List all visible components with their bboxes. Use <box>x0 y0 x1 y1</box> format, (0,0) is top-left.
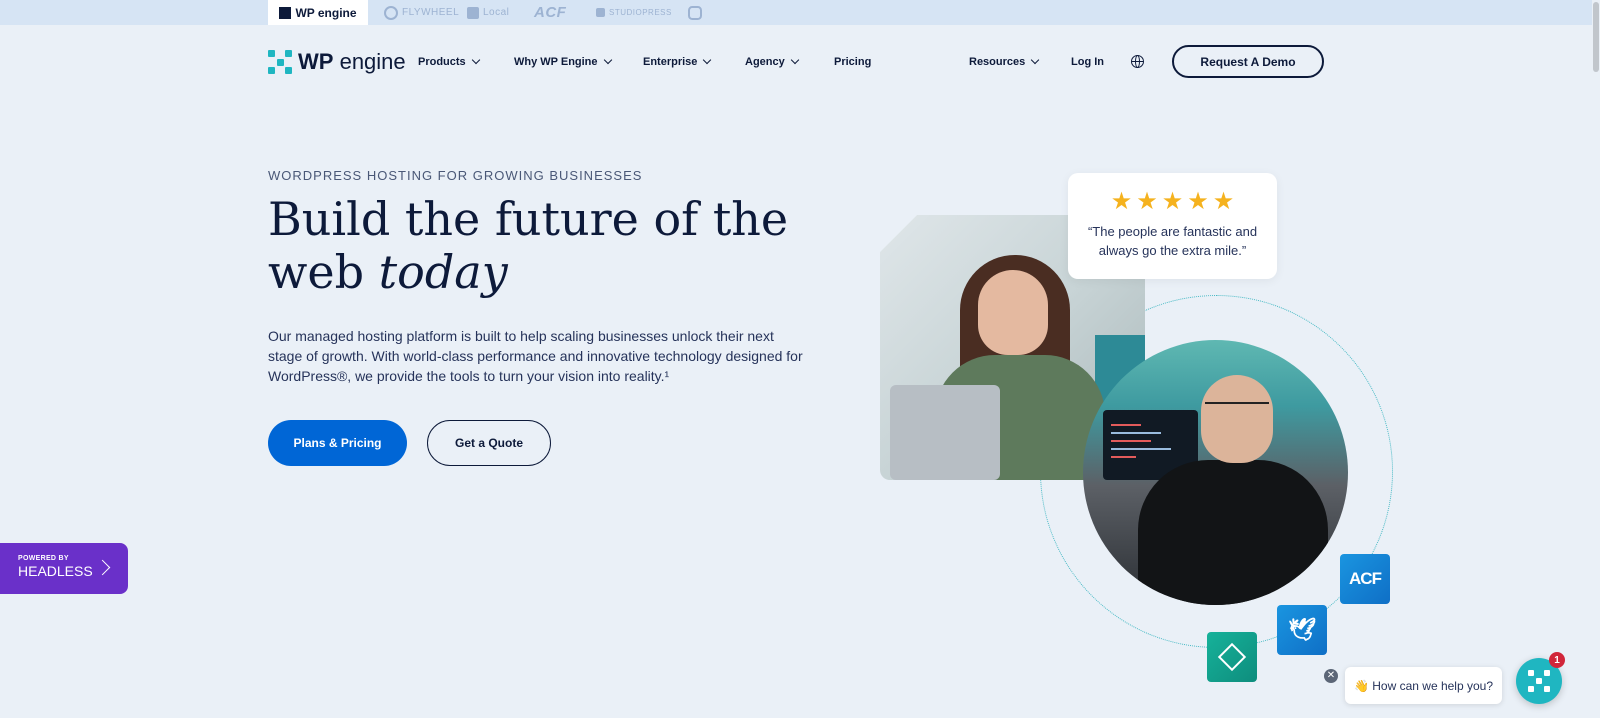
star-icon: ★ <box>1212 188 1235 215</box>
nav-label: Why WP Engine <box>514 56 598 68</box>
brand-tab-acf[interactable]: ACF <box>534 0 566 25</box>
brand-bar: WP engine FLYWHEEL Local ACF STUDIOPRESS <box>0 0 1600 25</box>
star-icon: ★ <box>1161 188 1184 215</box>
chevron-down-icon <box>603 55 612 65</box>
flywheel-icon <box>384 5 398 20</box>
bird-logo-tile: 🕊 <box>1277 605 1327 655</box>
globe-icon[interactable] <box>1131 55 1144 68</box>
headless-big-label: HEADLESS <box>18 563 93 579</box>
diamond-icon <box>1217 642 1247 672</box>
extra-brand-icon <box>688 5 702 20</box>
wpengine-logo[interactable]: WP engine <box>268 49 406 75</box>
chevron-down-icon <box>1031 55 1040 65</box>
notification-badge: 1 <box>1549 652 1565 668</box>
acf-tile: ACF <box>1340 554 1390 604</box>
headless-small-label: POWERED BY <box>18 555 69 562</box>
nav-why-wp-engine[interactable]: Why WP Engine <box>514 55 612 68</box>
nav-products[interactable]: Products <box>418 55 480 68</box>
nav-resources[interactable]: Resources <box>969 55 1040 68</box>
wpengine-mini-icon <box>279 6 292 19</box>
hero-headline: Build the future of the web today <box>268 192 789 299</box>
logo-text: WP engine <box>298 49 406 74</box>
chat-prompt-bubble[interactable]: 👋 How can we help you? <box>1345 667 1502 704</box>
brand-tab-label: ACF <box>534 4 567 21</box>
chevron-down-icon <box>471 55 480 65</box>
review-card: ★ ★ ★ ★ ★ “The people are fantastic and … <box>1068 173 1277 279</box>
brand-tab-label: FLYWHEEL <box>402 7 460 18</box>
nav-label: Pricing <box>834 56 872 68</box>
rating-stars: ★ ★ ★ ★ ★ <box>1068 190 1277 214</box>
brand-tab-flywheel[interactable]: FLYWHEEL <box>384 0 459 25</box>
star-icon: ★ <box>1187 188 1209 215</box>
star-icon: ★ <box>1136 188 1158 215</box>
brand-tab-label: WP engine <box>295 5 357 20</box>
star-icon: ★ <box>1110 188 1133 215</box>
hero-description: Our managed hosting platform is built to… <box>268 328 803 384</box>
studiopress-icon <box>596 8 605 17</box>
brand-tab-wpengine[interactable]: WP engine <box>268 0 368 25</box>
bird-icon: 🕊 <box>1288 617 1316 642</box>
powered-by-headless-tab[interactable]: POWERED BY HEADLESS <box>0 543 128 594</box>
nav-label: Resources <box>969 56 1026 68</box>
developer-photo <box>1083 340 1348 605</box>
brand-tab-label: Local <box>483 7 510 18</box>
nav-enterprise[interactable]: Enterprise <box>643 55 712 68</box>
plans-pricing-button[interactable]: Plans & Pricing <box>268 420 407 466</box>
nav-login[interactable]: Log In <box>1071 56 1104 68</box>
nav-agency[interactable]: Agency <box>745 55 799 68</box>
review-quote: “The people are fantastic and always go … <box>1087 224 1258 258</box>
page-scrollbar[interactable] <box>1592 0 1600 718</box>
chat-close-button[interactable]: ✕ <box>1324 669 1338 683</box>
wpengine-grid-icon <box>1528 670 1550 692</box>
nav-label: Log In <box>1071 56 1104 68</box>
get-quote-button[interactable]: Get a Quote <box>427 420 551 466</box>
brand-tab-extra[interactable] <box>688 0 706 25</box>
nav-label: Enterprise <box>643 56 698 68</box>
nav-pricing[interactable]: Pricing <box>834 56 871 68</box>
nav-label: Products <box>418 56 466 68</box>
chevron-down-icon <box>790 55 799 65</box>
request-demo-button[interactable]: Request A Demo <box>1172 45 1324 78</box>
diamond-logo-tile <box>1207 632 1257 682</box>
scrollbar-thumb[interactable] <box>1593 2 1599 72</box>
local-icon <box>467 6 479 19</box>
brand-tab-studiopress[interactable]: STUDIOPRESS <box>596 0 672 25</box>
chevron-down-icon <box>703 55 712 65</box>
wpengine-grid-icon <box>268 50 292 74</box>
brand-tab-label: STUDIOPRESS <box>609 8 672 17</box>
nav-label: Agency <box>745 56 785 68</box>
brand-tab-local[interactable]: Local <box>467 0 509 25</box>
hero-eyebrow: WORDPRESS HOSTING FOR GROWING BUSINESSES <box>268 168 643 183</box>
